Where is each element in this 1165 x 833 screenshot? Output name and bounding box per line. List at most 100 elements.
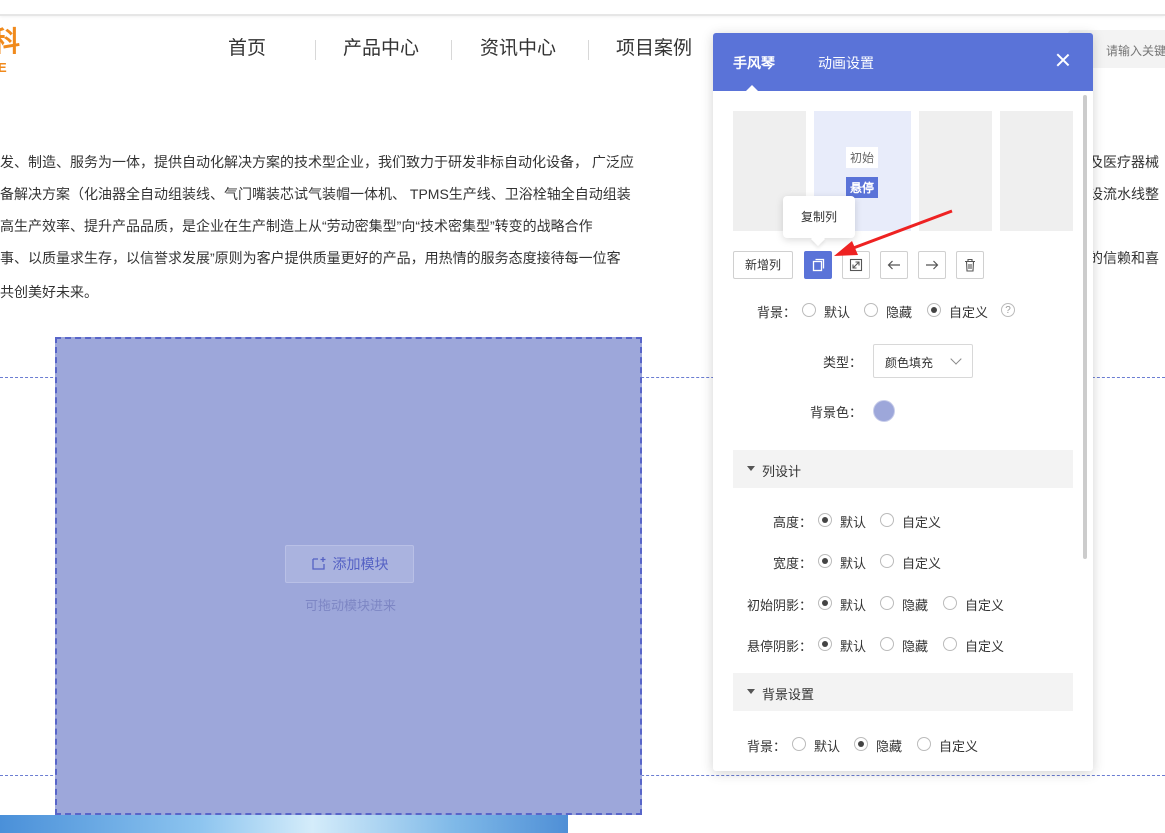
height-label: 高度： — [773, 515, 813, 530]
height-custom-radio[interactable] — [880, 513, 894, 527]
radio-label: 默认 — [840, 639, 867, 654]
drag-hint: 可拖动模块进来 — [304, 598, 396, 613]
copy-column-button[interactable] — [804, 251, 832, 279]
nav-item-news[interactable]: 资讯中心 — [480, 36, 556, 62]
initial-shadow-hidden-radio[interactable] — [880, 596, 894, 610]
section-background-settings[interactable]: 背景设置 — [733, 673, 1073, 711]
bg-settings-hidden-radio[interactable] — [854, 737, 868, 751]
add-module-icon — [311, 557, 325, 570]
nav-divider — [315, 40, 316, 60]
add-column-button[interactable]: 新增列 — [733, 251, 793, 279]
intro-line: 高生产效率、提升产品品质，是企业在生产制造上从“劳动密集型”向“技术密集型”转变… — [0, 218, 593, 234]
initial-shadow-label: 初始阴影： — [747, 598, 813, 613]
thumb-hover-label[interactable]: 悬停 — [846, 177, 879, 198]
radio-label: 默认 — [824, 305, 851, 320]
radio-label: 自定义 — [939, 739, 979, 754]
radio-label: 隐藏 — [902, 598, 929, 613]
width-default-radio[interactable] — [818, 554, 832, 568]
radio-label: 默认 — [840, 598, 867, 613]
trash-icon — [965, 258, 975, 272]
caret-down-icon — [747, 466, 755, 471]
intro-line-tail: 及医疗器械 — [1089, 154, 1159, 170]
help-icon[interactable]: ? — [1001, 303, 1015, 317]
banner-image-edge — [0, 815, 568, 833]
background-default-radio[interactable] — [802, 303, 816, 317]
nav-item-products[interactable]: 产品中心 — [343, 36, 419, 62]
column-thumb[interactable] — [919, 111, 992, 231]
hover-shadow-hidden-radio[interactable] — [880, 637, 894, 651]
background-label: 背景： — [757, 305, 797, 320]
hover-shadow-default-radio[interactable] — [818, 637, 832, 651]
settings-panel: 手风琴 动画设置 初始 悬停 新增列 背景： 默认 隐藏 自定义 ? 类型： 颜… — [713, 33, 1093, 771]
bg-color-swatch[interactable] — [873, 400, 895, 422]
initial-shadow-custom-radio[interactable] — [943, 596, 957, 610]
bg-settings-background-label: 背景： — [747, 739, 787, 754]
column-thumb[interactable] — [1000, 111, 1073, 231]
radio-label: 默认 — [840, 556, 867, 571]
active-tab-indicator — [746, 85, 758, 91]
arrow-left-icon — [887, 260, 900, 270]
radio-label: 隐藏 — [876, 739, 903, 754]
close-icon[interactable] — [1055, 52, 1071, 68]
intro-line-tail: 设流水线整 — [1089, 186, 1159, 202]
top-bar — [0, 0, 1165, 16]
width-custom-radio[interactable] — [880, 554, 894, 568]
width-label: 宽度： — [773, 556, 813, 571]
nav-item-cases[interactable]: 项目案例 — [616, 36, 692, 62]
panel-scrollbar[interactable] — [1083, 95, 1087, 559]
search-input[interactable] — [1104, 43, 1165, 59]
chevron-down-icon — [950, 353, 962, 365]
fill-type-value: 颜色填充 — [885, 356, 934, 370]
add-module-label: 添加模块 — [332, 556, 389, 572]
radio-label: 自定义 — [902, 556, 942, 571]
tab-animation[interactable]: 动画设置 — [818, 53, 874, 73]
move-right-button[interactable] — [918, 251, 946, 279]
selected-column[interactable]: 添加模块 可拖动模块进来 — [55, 337, 642, 815]
radio-label: 自定义 — [965, 639, 1005, 654]
thumb-initial-label[interactable]: 初始 — [846, 147, 879, 168]
intro-line-tail: 的信赖和喜 — [1089, 250, 1159, 266]
initial-shadow-default-radio[interactable] — [818, 596, 832, 610]
intro-line: 发、制造、服务为一体，提供自动化解决方案的技术型企业，我们致力于研发非标自动化设… — [0, 154, 634, 170]
logo-mark: 科 — [0, 26, 20, 57]
arrow-right-icon — [926, 260, 939, 270]
radio-label: 隐藏 — [886, 305, 913, 320]
add-module-button[interactable]: 添加模块 — [285, 545, 414, 583]
section-title: 列设计 — [762, 464, 802, 479]
height-default-radio[interactable] — [818, 513, 832, 527]
intro-line: 事、以质量求生存，以信誉求发展”原则为客户提供质量更好的产品，用热情的服务态度接… — [0, 250, 621, 266]
nav-item-home[interactable]: 首页 — [228, 36, 266, 62]
bg-color-label: 背景色： — [810, 405, 863, 420]
tab-accordion[interactable]: 手风琴 — [733, 53, 775, 73]
panel-header: 手风琴 动画设置 — [713, 33, 1093, 91]
bg-settings-custom-radio[interactable] — [917, 737, 931, 751]
bg-settings-default-radio[interactable] — [792, 737, 806, 751]
radio-label: 默认 — [840, 515, 867, 530]
radio-label: 自定义 — [965, 598, 1005, 613]
background-custom-radio[interactable] — [927, 303, 941, 317]
background-hidden-radio[interactable] — [864, 303, 878, 317]
resize-icon — [849, 258, 863, 272]
hover-shadow-label: 悬停阴影： — [747, 639, 813, 654]
type-label: 类型： — [823, 355, 863, 370]
copy-column-tooltip: 复制列 — [783, 196, 855, 238]
nav-divider — [451, 40, 452, 60]
section-title: 背景设置 — [762, 687, 815, 702]
resize-column-button[interactable] — [842, 251, 870, 279]
radio-label: 默认 — [814, 739, 841, 754]
copy-icon — [812, 258, 825, 272]
section-column-design[interactable]: 列设计 — [733, 450, 1073, 488]
delete-column-button[interactable] — [956, 251, 984, 279]
radio-label: 隐藏 — [902, 639, 929, 654]
radio-label: 自定义 — [949, 305, 989, 320]
hover-shadow-custom-radio[interactable] — [943, 637, 957, 651]
logo[interactable]: 科 E — [0, 26, 20, 78]
nav-divider — [588, 40, 589, 60]
radio-label: 自定义 — [902, 515, 942, 530]
intro-line: 备解决方案（化油器全自动组装线、气门嘴装芯试气装帽一体机、 TPMS生产线、卫浴… — [0, 186, 631, 202]
logo-subtext: E — [0, 60, 8, 75]
intro-line: 共创美好未来。 — [0, 284, 98, 300]
caret-down-icon — [747, 689, 755, 694]
move-left-button[interactable] — [880, 251, 908, 279]
fill-type-select[interactable]: 颜色填充 — [873, 344, 973, 378]
